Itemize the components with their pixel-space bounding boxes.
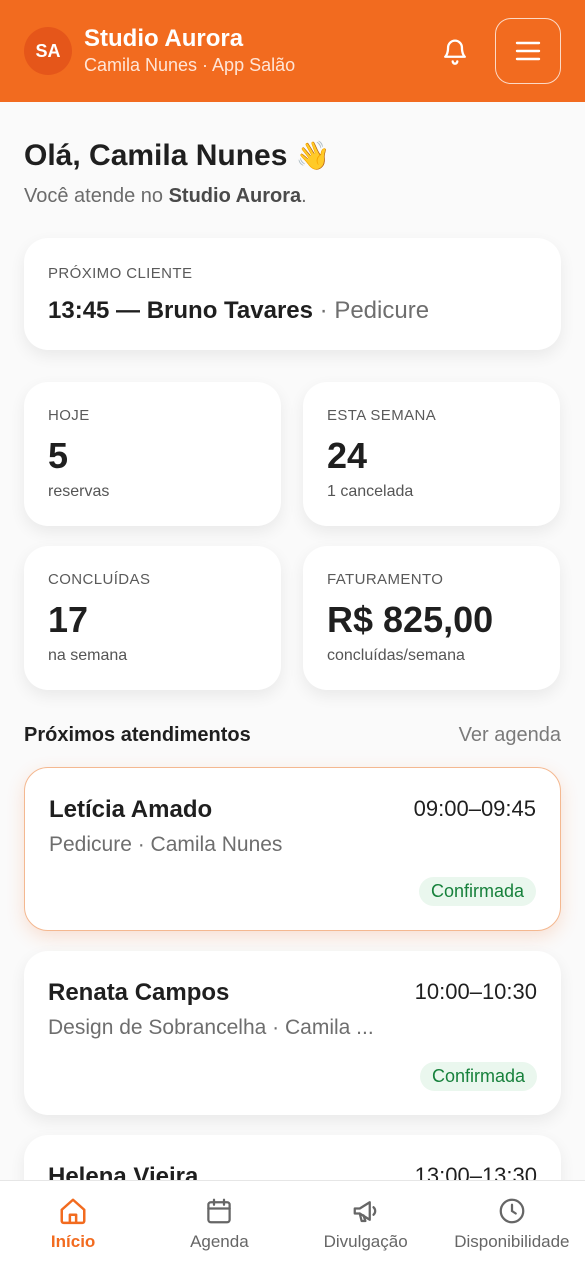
stat-value: 5 xyxy=(48,435,69,476)
appointment-client: Renata Campos xyxy=(48,979,230,1006)
appointment-time: 10:00–10:30 xyxy=(414,979,537,1004)
upcoming-section-header: Próximos atendimentos Ver agenda xyxy=(24,724,561,747)
menu-button[interactable] xyxy=(495,18,561,84)
next-client-label: PRÓXIMO CLIENTE xyxy=(48,265,193,282)
clock-icon xyxy=(499,1198,525,1223)
status-badge: Confirmada xyxy=(419,1062,537,1091)
tab-inicio[interactable]: Início xyxy=(0,1181,146,1266)
greeting-text: Olá, Camila Nunes xyxy=(24,139,288,172)
greeting-title: Olá, Camila Nunes 👋 xyxy=(24,136,561,176)
calendar-icon xyxy=(207,1198,232,1223)
appointment-header: Letícia Amado 09:00–09:45 xyxy=(49,794,536,826)
tab-label: Agenda xyxy=(190,1231,249,1251)
stat-card-week[interactable]: ESTA SEMANA 24 1 cancelada xyxy=(303,382,560,526)
appointment-card[interactable]: Letícia Amado 09:00–09:45 Pedicure · Cam… xyxy=(24,767,561,931)
app-title: Studio Aurora xyxy=(84,25,244,52)
header-titles: Studio Aurora Camila Nunes · App Salão xyxy=(84,25,435,77)
greeting-sub-prefix: Você atende no xyxy=(24,185,169,207)
appointment-client: Letícia Amado xyxy=(49,796,213,823)
stat-value: 24 xyxy=(327,435,368,476)
appointment-header: Helena Vieira 13:00–13:30 xyxy=(48,1161,537,1180)
stat-card-revenue[interactable]: FATURAMENTO R$ 825,00 concluídas/semana xyxy=(303,546,560,690)
greeting-subtitle: Você atende no Studio Aurora. xyxy=(24,182,561,210)
stat-card-today[interactable]: HOJE 5 reservas xyxy=(24,382,281,526)
appointment-card[interactable]: Renata Campos 10:00–10:30 Design de Sobr… xyxy=(24,951,561,1115)
stat-caption: reservas xyxy=(48,483,110,500)
tab-label: Divulgação xyxy=(323,1231,408,1251)
next-client-info: 13:45 — Bruno Tavares · Pedicure xyxy=(48,296,537,326)
appointment-client: Helena Vieira xyxy=(48,1163,199,1180)
appointment-time: 09:00–09:45 xyxy=(413,796,536,821)
avatar[interactable]: SA xyxy=(24,27,72,75)
tab-disponibilidade[interactable]: Disponibilidade xyxy=(439,1181,585,1266)
greeting-sub-suffix: . xyxy=(301,185,307,207)
view-schedule-link[interactable]: Ver agenda xyxy=(459,724,561,747)
next-client-separator: · xyxy=(313,297,335,324)
notifications-button[interactable] xyxy=(435,31,475,71)
app-subtitle: Camila Nunes · App Salão xyxy=(84,55,296,75)
tab-label: Disponibilidade xyxy=(454,1231,570,1251)
app-header: SA Studio Aurora Camila Nunes · App Salã… xyxy=(0,0,585,102)
greeting-salon-name: Studio Aurora xyxy=(168,185,302,207)
megaphone-icon xyxy=(353,1200,376,1222)
next-client-service: Pedicure xyxy=(334,297,430,324)
stat-value: 17 xyxy=(48,599,89,640)
home-icon xyxy=(60,1198,86,1224)
stat-value: R$ 825,00 xyxy=(327,599,494,640)
hamburger-icon xyxy=(515,41,541,61)
next-client-card[interactable]: PRÓXIMO CLIENTE 13:45 — Bruno Tavares · … xyxy=(24,238,561,350)
stat-caption: concluídas/semana xyxy=(327,647,465,664)
next-client-time-name: 13:45 — Bruno Tavares xyxy=(48,297,313,324)
tab-agenda[interactable]: Agenda xyxy=(146,1181,292,1266)
appointment-detail: Pedicure · Camila Nunes xyxy=(49,833,283,856)
stat-label: CONCLUÍDAS xyxy=(48,571,151,588)
upcoming-title: Próximos atendimentos xyxy=(24,724,251,746)
appointment-card[interactable]: Helena Vieira 13:00–13:30 xyxy=(24,1135,561,1180)
tab-divulgacao[interactable]: Divulgação xyxy=(293,1181,439,1266)
stats-grid: HOJE 5 reservas ESTA SEMANA 24 1 cancela… xyxy=(24,382,561,690)
stat-label: ESTA SEMANA xyxy=(327,407,437,424)
appointment-detail: Design de Sobrancelha · Camila ... xyxy=(48,1016,374,1039)
appointment-header: Renata Campos 10:00–10:30 xyxy=(48,977,537,1009)
stat-caption: na semana xyxy=(48,647,128,664)
appointment-time: 13:00–13:30 xyxy=(414,1163,537,1180)
stat-caption: 1 cancelada xyxy=(327,483,414,500)
bottom-tab-bar: Início Agenda Divulgação Disponibilidade xyxy=(0,1180,585,1266)
stat-card-completed[interactable]: CONCLUÍDAS 17 na semana xyxy=(24,546,281,690)
tab-label: Início xyxy=(50,1231,96,1251)
status-badge: Confirmada xyxy=(418,877,536,906)
stat-label: FATURAMENTO xyxy=(327,571,444,588)
bell-icon xyxy=(444,39,466,65)
home-content[interactable]: Olá, Camila Nunes 👋 Você atende no Studi… xyxy=(0,102,585,1180)
stat-label: HOJE xyxy=(48,407,90,424)
wave-emoji: 👋 xyxy=(295,140,331,171)
